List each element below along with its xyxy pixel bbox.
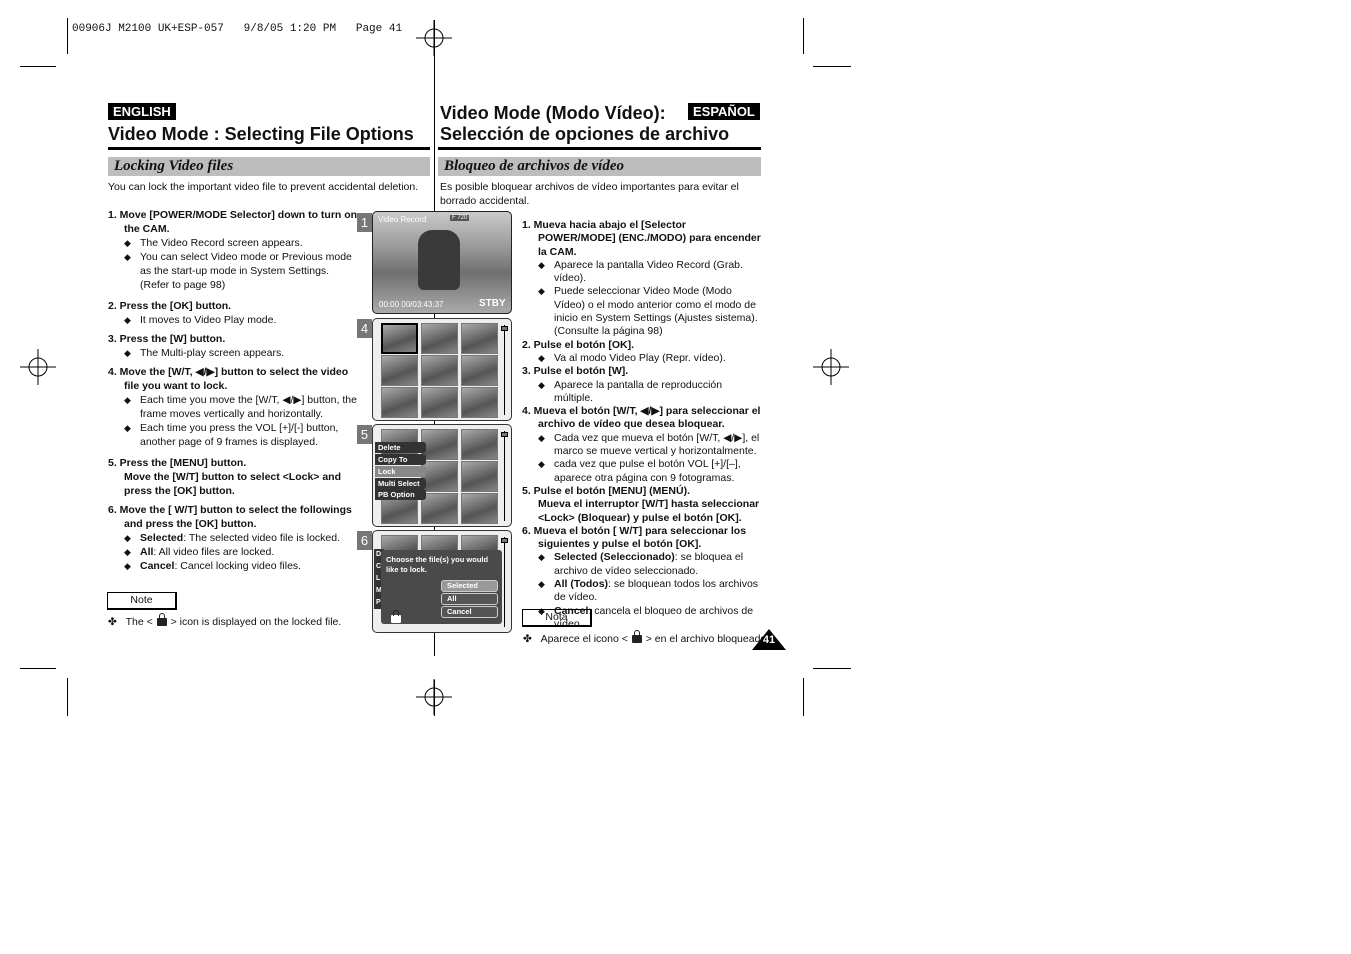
step-bullet: You can select Video mode or Previous mo… — [108, 250, 358, 292]
note-text: ✤ Aparece el icono < > en el archivo blo… — [523, 630, 770, 645]
step-heading: 3. Press the [W] button. — [108, 333, 226, 345]
child-photo — [418, 230, 460, 290]
status-label: STBY — [479, 298, 506, 309]
step-heading: Move the [W/T] button to select <Lock> a… — [124, 471, 342, 497]
step-bullet: All (Todos): se bloquean todos los archi… — [522, 578, 764, 605]
page-number: 41 — [762, 634, 776, 646]
multi-play-screen — [372, 318, 512, 421]
step-1: 1. Mueva hacia abajo el [Selector POWER/… — [522, 219, 764, 631]
title-rule — [438, 147, 761, 150]
lock-icon — [156, 613, 167, 626]
video-record-screen: Video Record F 720 00:00 00/03:43:37 STB… — [372, 211, 512, 314]
registration-mark-icon — [813, 349, 849, 385]
scroll-thumb — [501, 326, 508, 331]
step-heading: Mueva el interruptor [W/T] hasta selecci… — [538, 498, 760, 524]
menu-item-delete[interactable]: Delete — [375, 442, 426, 453]
menu-item-multi-select[interactable]: Multi Select — [375, 478, 426, 489]
step-4: 4. Move the [W/T, ◀/▶] button to select … — [108, 365, 358, 449]
step-bullet: Each time you press the VOL [+]/[-] butt… — [108, 421, 358, 449]
registration-mark-icon — [20, 349, 56, 385]
section-heading: Bloqueo de archivos de vídeo — [438, 157, 761, 176]
lock-icon — [391, 610, 401, 623]
step-bullet: It moves to Video Play mode. — [108, 313, 358, 327]
step-bullet: Selected (Seleccionado): se bloquea el a… — [522, 551, 764, 578]
step-heading: 5. Press the [MENU] button. — [108, 457, 247, 469]
step-bullet: Selected: The selected video file is loc… — [108, 531, 358, 545]
print-slug: 00906J M2100 UK+ESP-057 9/8/05 1:20 PM P… — [72, 23, 403, 35]
language-badge-english: ENGLISH — [108, 103, 176, 120]
step-bullet: Aparece la pantalla de reproducción múlt… — [522, 379, 764, 406]
language-badge-spanish: ESPAÑOL — [688, 103, 760, 120]
crop-mark — [20, 66, 56, 67]
step-bullet: Aparece la pantalla Video Record (Grab. … — [522, 259, 764, 286]
menu-item-pb-option[interactable]: PB Option — [375, 489, 426, 500]
step-2: 2. Press the [OK] button. It moves to Vi… — [108, 299, 358, 327]
mode-label: Video Record — [378, 215, 427, 224]
crop-mark — [67, 678, 68, 716]
option-all[interactable]: All — [441, 593, 498, 605]
registration-mark-icon — [416, 20, 452, 56]
intro-text: Es posible bloquear archivos de vídeo im… — [440, 181, 739, 207]
scrollbar — [504, 325, 505, 415]
crop-mark — [803, 678, 804, 716]
step-heading: 1. Mueva hacia abajo el [Selector POWER/… — [522, 219, 761, 258]
intro-text: You can lock the important video file to… — [108, 181, 419, 193]
time-counter: 00:00 00/03:43:37 — [379, 300, 444, 309]
step-heading: 5. Pulse el botón [MENU] (MENÚ). — [522, 484, 690, 497]
crop-mark — [813, 668, 851, 669]
dialog-prompt: Choose the file(s) you would like to loc… — [386, 555, 489, 574]
page-title: Video Mode : Selecting File Options — [108, 124, 414, 144]
step-heading: 2. Press the [OK] button. — [108, 300, 232, 312]
option-cancel[interactable]: Cancel — [441, 606, 498, 618]
crop-mark — [813, 66, 851, 67]
screen-number: 5 — [357, 425, 372, 444]
menu-item-copy-to[interactable]: Copy To — [375, 454, 426, 465]
screen-number: 1 — [357, 213, 372, 232]
menu-item-lock[interactable]: Lock — [375, 466, 426, 477]
note-label: Nota — [522, 609, 592, 627]
step-bullet: Va al modo Video Play (Repr. vídeo). — [522, 352, 764, 366]
crop-mark — [803, 18, 804, 54]
step-bullet: Cancel: Cancel locking video files. — [108, 559, 358, 573]
step-bullet: All: All video files are locked. — [108, 545, 358, 559]
screen-number: 4 — [357, 319, 372, 338]
step-bullet: Cada vez que mueva el botón [W/T, ◀/▶], … — [522, 432, 764, 459]
option-selected[interactable]: Selected — [441, 580, 498, 592]
quality-label: F 720 — [450, 215, 470, 221]
step-bullet: Puede seleccionar Video Mode (Modo Vídeo… — [522, 285, 764, 338]
section-heading: Locking Video files — [108, 157, 430, 176]
crop-mark — [67, 18, 68, 54]
title-rule — [108, 147, 430, 150]
step-5: 5. Press the [MENU] button. Move the [W/… — [108, 456, 358, 498]
step-heading: 6. Mueva el botón [ W/T] para selecciona… — [522, 524, 747, 551]
note-label: Note — [107, 592, 177, 610]
step-heading: 6. Move the [ W/T] button to select the … — [108, 504, 352, 530]
step-bullet: The Video Record screen appears. — [108, 236, 358, 250]
crop-mark — [20, 668, 56, 669]
page-title-line1: Video Mode (Modo Vídeo): — [440, 103, 666, 123]
step-bullet: The Multi-play screen appears. — [108, 346, 358, 360]
registration-mark-icon — [416, 679, 452, 715]
step-3: 3. Press the [W] button. The Multi-play … — [108, 332, 358, 360]
step-1: 1. Move [POWER/MODE Selector] down to tu… — [108, 208, 358, 292]
page-title-line2: Selección de opciones de archivo — [440, 124, 730, 144]
note-text: ✤ The < > icon is displayed on the locke… — [108, 613, 342, 628]
step-6: 6. Move the [ W/T] button to select the … — [108, 503, 358, 573]
step-heading: 4. Move the [W/T, ◀/▶] button to select … — [108, 366, 349, 392]
screen-number: 6 — [357, 531, 372, 550]
step-bullet: Each time you move the [W/T, ◀/▶] button… — [108, 393, 358, 421]
step-heading: 3. Pulse el botón [W]. — [522, 365, 629, 378]
step-heading: 4. Mueva el botón [W/T, ◀/▶] para selecc… — [522, 405, 761, 431]
step-bullet: cada vez que pulse el botón VOL [+]/[–],… — [522, 458, 764, 485]
step-heading: 2. Pulse el botón [OK]. — [522, 338, 635, 351]
step-heading: 1. Move [POWER/MODE Selector] down to tu… — [108, 209, 358, 235]
lock-icon — [631, 630, 642, 643]
